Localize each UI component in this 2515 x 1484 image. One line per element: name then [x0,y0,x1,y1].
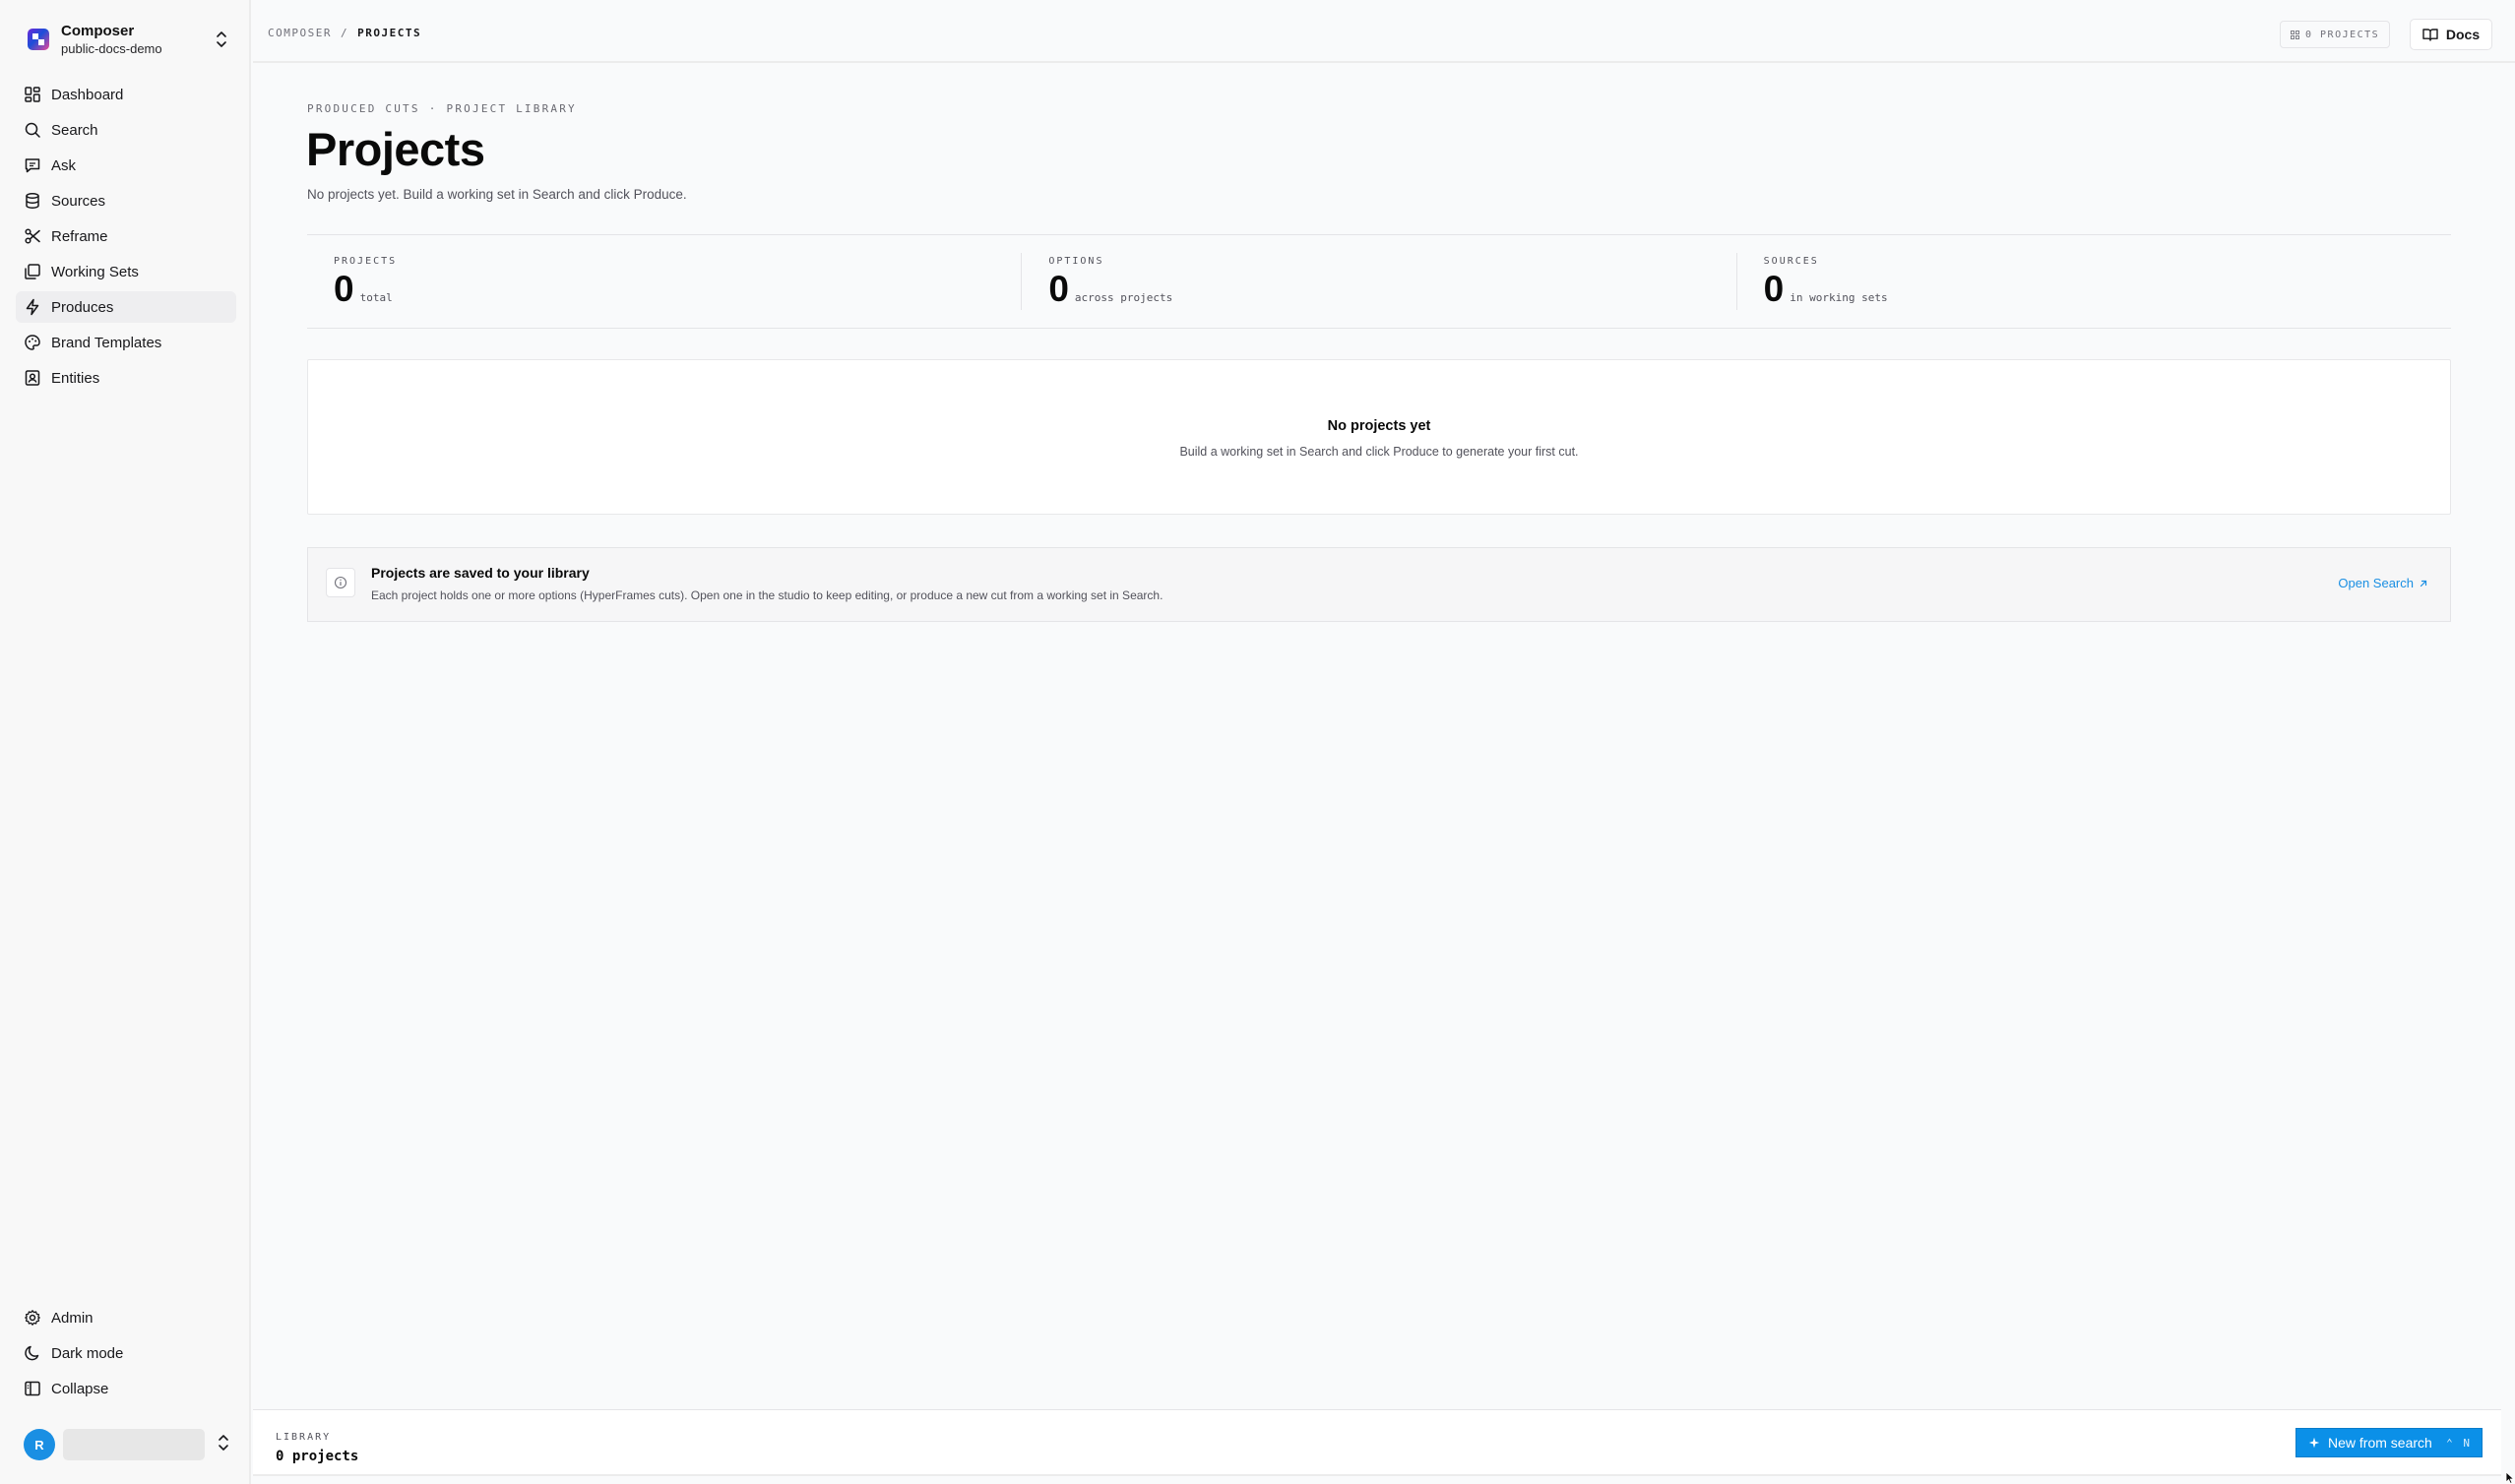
stat-projects: PROJECTS 0 total [307,235,1021,328]
palette-icon [24,334,41,351]
chevron-up-down-icon [215,30,228,54]
sidebar-item-label: Reframe [51,227,108,245]
user-name-placeholder [63,1429,205,1460]
breadcrumb-root[interactable]: COMPOSER [268,27,332,39]
new-from-search-button[interactable]: New from search ⌃ N [2295,1428,2483,1457]
sidebar-item-working-sets[interactable]: Working Sets [16,256,236,287]
sidebar-item-label: Admin [51,1309,94,1327]
empty-state-text: Build a working set in Search and click … [1179,445,1579,459]
sidebar-item-label: Ask [51,156,77,174]
library-label: LIBRARY [276,1432,332,1443]
docs-label: Docs [2445,27,2481,42]
sidebar-item-reframe[interactable]: Reframe [16,220,236,252]
new-from-search-label: New from search [2328,1435,2432,1451]
sidebar-item-label: Produces [51,298,114,316]
projects-count-label: 0 PROJECTS [2305,29,2380,40]
sidebar-item-search[interactable]: Search [16,114,236,146]
docs-button[interactable]: Docs [2410,19,2492,50]
stat-value: 0 [334,269,354,309]
info-icon [326,568,355,597]
book-icon [2422,28,2438,41]
breadcrumb-separator: / [340,27,349,39]
sidebar-item-label: Dark mode [51,1344,124,1362]
search-icon [24,121,41,139]
workspace-switcher[interactable]: Composer public-docs-demo [16,16,236,63]
workspace-name: Composer [61,23,135,39]
grid-icon [2291,30,2299,39]
stat-unit: total [359,291,393,304]
library-info-card: Projects are saved to your library Each … [307,547,2451,622]
library-count: 0 projects [276,1449,359,1464]
bolt-icon [24,298,41,316]
top-bar: COMPOSER / PROJECTS 0 PROJECTS Docs [253,0,2515,63]
mouse-cursor-icon [2505,1471,2515,1484]
sidebar-item-ask[interactable]: Ask [16,150,236,181]
stat-sources: SOURCES 0 in working sets [1735,253,2451,310]
eyebrow-dot: · [428,102,438,115]
sidebar-item-produces[interactable]: Produces [16,291,236,323]
dashboard-icon [24,86,41,103]
sidebar-item-label: Dashboard [51,86,124,103]
stack-icon [24,263,41,280]
sidebar-item-entities[interactable]: Entities [16,362,236,394]
sidebar-item-label: Entities [51,369,100,387]
sidebar-item-admin[interactable]: Admin [16,1302,236,1333]
sidebar-collapse-icon [24,1380,41,1397]
sidebar-item-dark-mode[interactable]: Dark mode [16,1337,236,1369]
sidebar-item-collapse[interactable]: Collapse [16,1373,236,1404]
scissors-icon [24,227,41,245]
moon-icon [24,1344,41,1362]
sidebar-item-label: Collapse [51,1380,109,1397]
stat-options: OPTIONS 0 across projects [1021,253,1735,310]
empty-state-title: No projects yet [1327,418,1431,434]
sidebar-item-label: Sources [51,192,106,210]
sidebar: Composer public-docs-demo Dashboard Sear… [0,0,251,1484]
database-icon [24,192,41,210]
eyebrow-section: PRODUCED CUTS [307,102,420,115]
workspace-project: public-docs-demo [61,41,162,56]
sparkle-icon [2308,1437,2320,1449]
eyebrow-subsection: PROJECT LIBRARY [446,102,577,115]
gear-icon [24,1309,41,1327]
page-subtitle: No projects yet. Build a working set in … [307,187,687,202]
info-title: Projects are saved to your library [371,565,590,581]
open-search-label: Open Search [2338,576,2414,590]
stats-row: PROJECTS 0 total OPTIONS 0 across projec… [307,234,2451,329]
stat-value: 0 [1763,269,1785,309]
stat-label: SOURCES [1763,256,1819,267]
sidebar-item-brand-templates[interactable]: Brand Templates [16,327,236,358]
page-title: Projects [306,123,485,175]
composer-logo-icon [28,29,49,50]
sidebar-item-dashboard[interactable]: Dashboard [16,79,236,110]
stat-value: 0 [1048,269,1069,309]
stat-label: PROJECTS [334,256,398,267]
page-eyebrow: PRODUCED CUTS · PROJECT LIBRARY [307,102,577,115]
stat-unit: across projects [1074,291,1173,304]
empty-state-card: No projects yet Build a working set in S… [307,359,2451,515]
library-footer-bar: LIBRARY 0 projects New from search ⌃ N [253,1409,2501,1476]
user-menu[interactable]: R [24,1427,236,1462]
sidebar-item-label: Working Sets [51,263,139,280]
breadcrumb: COMPOSER / PROJECTS [268,27,421,39]
stat-label: OPTIONS [1048,256,1104,267]
sidebar-nav: Dashboard Search Ask Sources Reframe Wor… [16,79,236,398]
breadcrumb-current: PROJECTS [357,27,422,39]
chat-icon [24,156,41,174]
open-search-link[interactable]: Open Search [2338,576,2428,590]
arrow-up-right-icon [2419,579,2428,588]
keyboard-shortcut: ⌃ N [2446,1436,2472,1450]
info-text: Each project holds one or more options (… [371,588,1163,602]
sidebar-item-label: Search [51,121,98,139]
stat-unit: in working sets [1790,291,1888,304]
chevron-up-down-icon [217,1433,230,1457]
sidebar-item-sources[interactable]: Sources [16,185,236,216]
projects-count-chip: 0 PROJECTS [2280,21,2391,48]
sidebar-bottom-nav: Admin Dark mode Collapse [16,1302,236,1408]
contact-icon [24,369,41,387]
avatar: R [24,1429,55,1460]
sidebar-item-label: Brand Templates [51,334,162,351]
